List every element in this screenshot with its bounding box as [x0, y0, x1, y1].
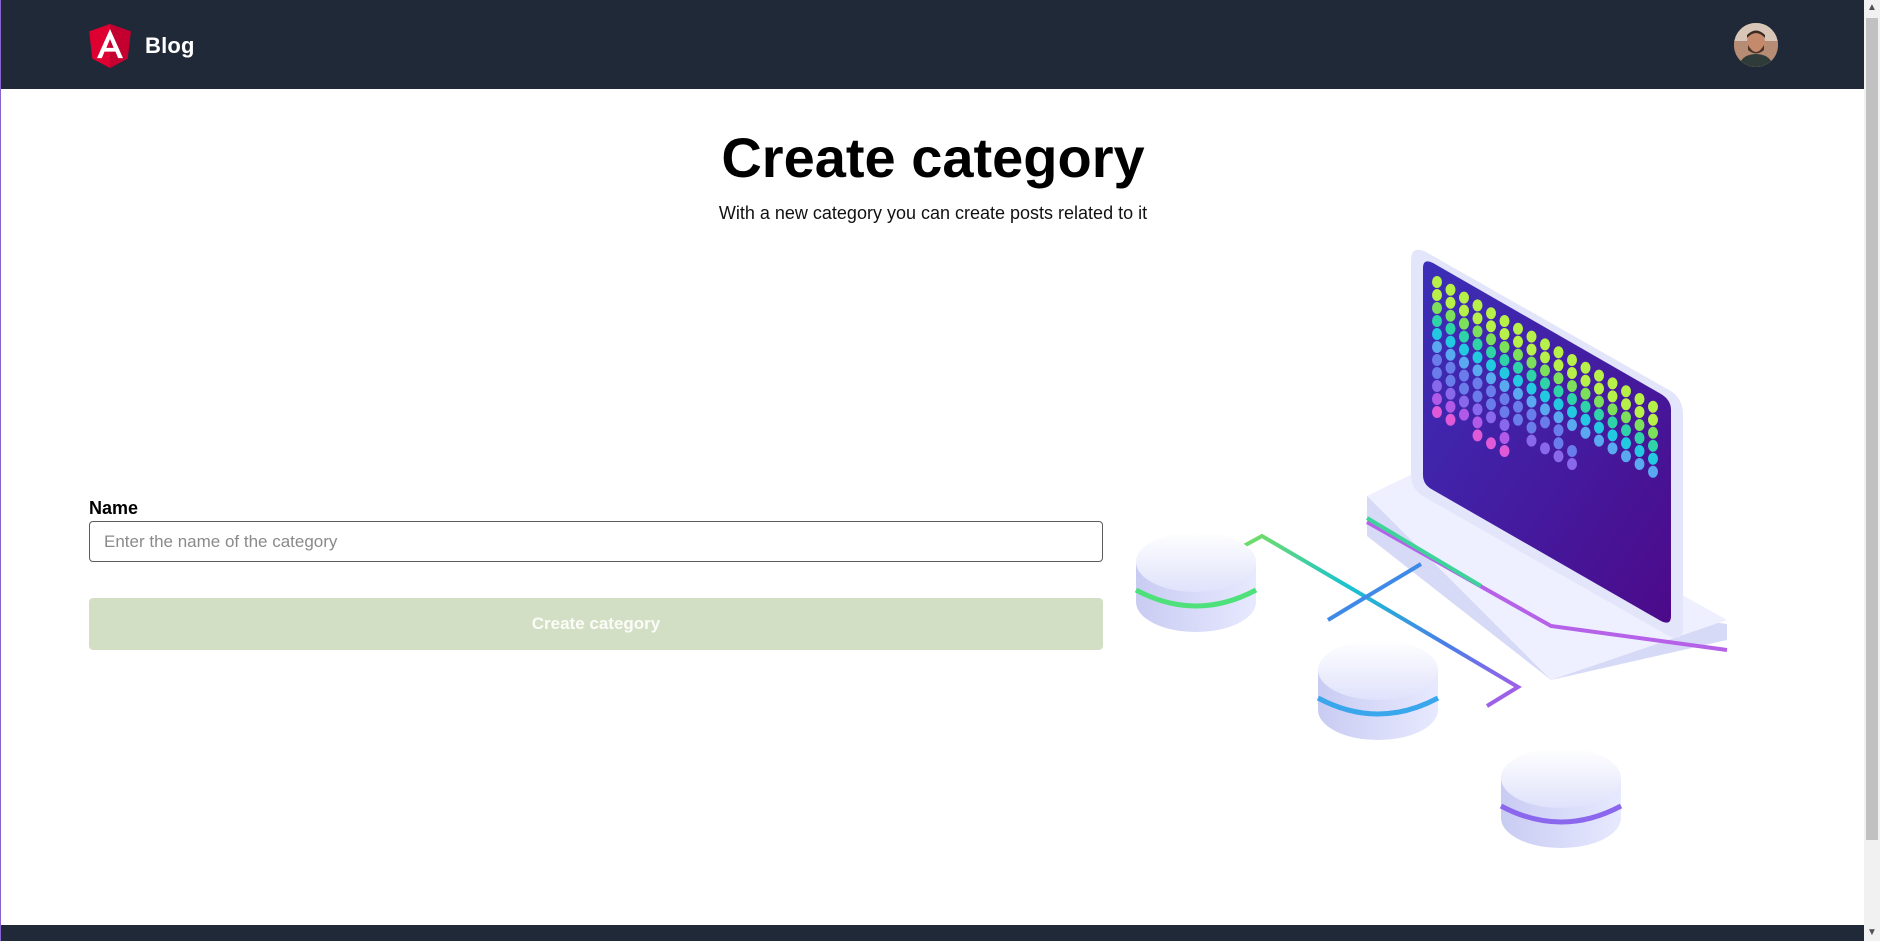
- page: Blog Create category With a new category…: [0, 0, 1865, 941]
- database-network-illustration: [1121, 240, 1751, 880]
- scroll-down-icon[interactable]: ▼: [1864, 925, 1880, 941]
- brand-link[interactable]: Blog: [89, 24, 195, 68]
- scroll-thumb[interactable]: [1866, 18, 1878, 840]
- page-title: Create category: [721, 126, 1145, 189]
- footer-strip: [1, 925, 1865, 941]
- scroll-up-icon[interactable]: ▲: [1864, 0, 1880, 16]
- brand-label: Blog: [145, 33, 195, 58]
- category-name-input[interactable]: [89, 521, 1103, 562]
- page-subtitle: With a new category you can create posts…: [718, 203, 1148, 223]
- user-avatar[interactable]: [1734, 23, 1778, 67]
- disk-2: [1316, 640, 1440, 740]
- vertical-scrollbar[interactable]: ▲ ▼: [1864, 0, 1880, 941]
- create-category-button[interactable]: Create category: [89, 598, 1103, 650]
- disk-1: [1134, 532, 1258, 632]
- name-label: Name: [89, 498, 139, 518]
- disk-3: [1499, 748, 1623, 848]
- angular-logo-icon: [89, 24, 131, 68]
- navbar: Blog: [1, 0, 1865, 89]
